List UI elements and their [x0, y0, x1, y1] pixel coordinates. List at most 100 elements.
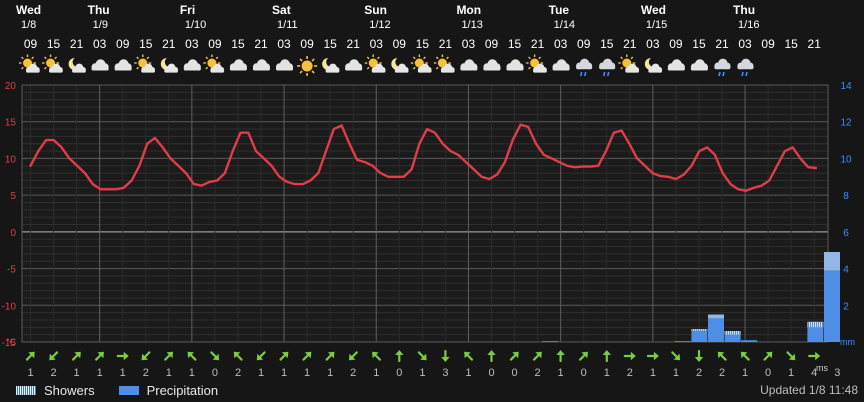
- hour-label: 03: [93, 37, 107, 51]
- wind-speed: 1: [304, 367, 310, 379]
- hour-label: 15: [508, 37, 522, 51]
- wind-speed: 3: [834, 367, 840, 379]
- legend: Showers Precipitation: [16, 382, 218, 398]
- hour-label: 15: [416, 37, 430, 51]
- temperature-tick-label: 5: [10, 191, 16, 202]
- wind-speed: 2: [719, 367, 725, 379]
- precipitation-unit-label: mm: [840, 337, 855, 347]
- temperature-tick-label: 10: [5, 154, 17, 165]
- precipitation-bar: [824, 270, 840, 342]
- hour-label: 21: [439, 37, 453, 51]
- hour-label: 03: [462, 37, 476, 51]
- day-name: Tue: [549, 3, 570, 17]
- hour-label: 03: [277, 37, 291, 51]
- precipitation-bar: [708, 318, 724, 342]
- wind-speed: 1: [419, 367, 425, 379]
- updated-timestamp: Updated 1/8 11:48: [760, 383, 858, 397]
- temperature-tick-label: 15: [5, 118, 17, 129]
- wind-speed: 1: [27, 367, 33, 379]
- wind-speed: 1: [166, 367, 172, 379]
- weather-forecast-chart: Wed 1/8 Thu 1/9 Fri 1/10 Sat 1/11 Sun 1/12 Mon 1/13…: [0, 0, 864, 402]
- day-date: 1/15: [646, 19, 667, 31]
- wind-speed: 2: [350, 367, 356, 379]
- temperature-unit-label: °C: [6, 337, 17, 347]
- shower-bar: [691, 329, 708, 331]
- precipitation-tick-label: 4: [843, 265, 849, 276]
- hour-label: 21: [715, 37, 729, 51]
- temperature-tick-label: 0: [10, 228, 16, 239]
- day-date: 1/11: [277, 19, 298, 31]
- day-name: Wed: [641, 3, 666, 17]
- day-name: Thu: [88, 3, 110, 17]
- day-date: 1/8: [21, 19, 36, 31]
- shower-bar: [824, 252, 840, 271]
- plot-area: [22, 85, 828, 342]
- hour-label: 15: [47, 37, 61, 51]
- hour-label: 03: [738, 37, 752, 51]
- wind-speed: 1: [673, 367, 679, 379]
- day-name: Thu: [733, 3, 755, 17]
- wind-speed: 1: [465, 367, 471, 379]
- hour-label: 03: [370, 37, 384, 51]
- wind-speed: 2: [535, 367, 541, 379]
- day-name: Sat: [272, 3, 291, 17]
- hour-label: 09: [116, 37, 130, 51]
- hour-label: 09: [761, 37, 775, 51]
- wind-speed: 3: [442, 367, 448, 379]
- hour-label: 09: [208, 37, 222, 51]
- hour-label: 09: [24, 37, 38, 51]
- wind-speed: 0: [511, 367, 517, 379]
- hour-labels: 09 15 21 03 09 15 21 03 09 15 21 03 09 15 21 03 09 15 21 03…: [24, 37, 821, 51]
- wind-speed: 0: [581, 367, 587, 379]
- precipitation-bar: [674, 341, 691, 342]
- hour-label: 21: [531, 37, 545, 51]
- hour-label: 15: [784, 37, 798, 51]
- day-date: 1/10: [185, 19, 206, 31]
- wind-speed: 0: [396, 367, 402, 379]
- precipitation-swatch: [118, 385, 139, 395]
- temperature-tick-label: -10: [2, 301, 17, 312]
- shower-bar: [708, 314, 724, 319]
- hour-label: 21: [162, 37, 176, 51]
- precipitation-tick-label: 2: [843, 301, 849, 312]
- hour-label: 21: [623, 37, 637, 51]
- wind-speed: 2: [235, 367, 241, 379]
- day-date: 1/9: [93, 19, 108, 31]
- wind-speed: 1: [281, 367, 287, 379]
- wind-speed: 1: [74, 367, 80, 379]
- wind-speed: 1: [373, 367, 379, 379]
- precipitation-bar: [807, 327, 824, 342]
- precipitation-bar: [691, 331, 708, 342]
- wind-speed: 2: [50, 367, 56, 379]
- hour-label: 15: [692, 37, 706, 51]
- hour-label: 03: [185, 37, 199, 51]
- hour-label: 15: [139, 37, 153, 51]
- wind-speed: 2: [696, 367, 702, 379]
- hour-label: 09: [669, 37, 683, 51]
- hour-label: 09: [300, 37, 314, 51]
- precipitation-tick-label: 8: [843, 191, 849, 202]
- wind-speed: 1: [742, 367, 748, 379]
- wind-speed: 0: [212, 367, 218, 379]
- wind-unit-label: ms: [816, 363, 828, 373]
- hour-label: 15: [231, 37, 245, 51]
- shower-bar: [724, 331, 741, 335]
- hour-label: 21: [70, 37, 84, 51]
- wind-speed: 0: [765, 367, 771, 379]
- shower-bar: [807, 321, 824, 328]
- wind-speed: 1: [558, 367, 564, 379]
- hour-label: 21: [808, 37, 822, 51]
- legend-precipitation-label: Precipitation: [146, 382, 219, 398]
- day-name: Sun: [364, 3, 387, 17]
- hour-label: 03: [646, 37, 660, 51]
- precipitation-bar: [542, 341, 559, 342]
- day-date: 1/12: [369, 19, 390, 31]
- wind-speed: 1: [258, 367, 264, 379]
- day-name: Fri: [180, 3, 195, 17]
- precipitation-tick-label: 12: [840, 118, 852, 129]
- temperature-tick-label: 20: [5, 81, 17, 92]
- hour-label: 03: [554, 37, 568, 51]
- hour-label: 09: [393, 37, 407, 51]
- day-date: 1/13: [461, 19, 482, 31]
- day-date: 1/16: [738, 19, 759, 31]
